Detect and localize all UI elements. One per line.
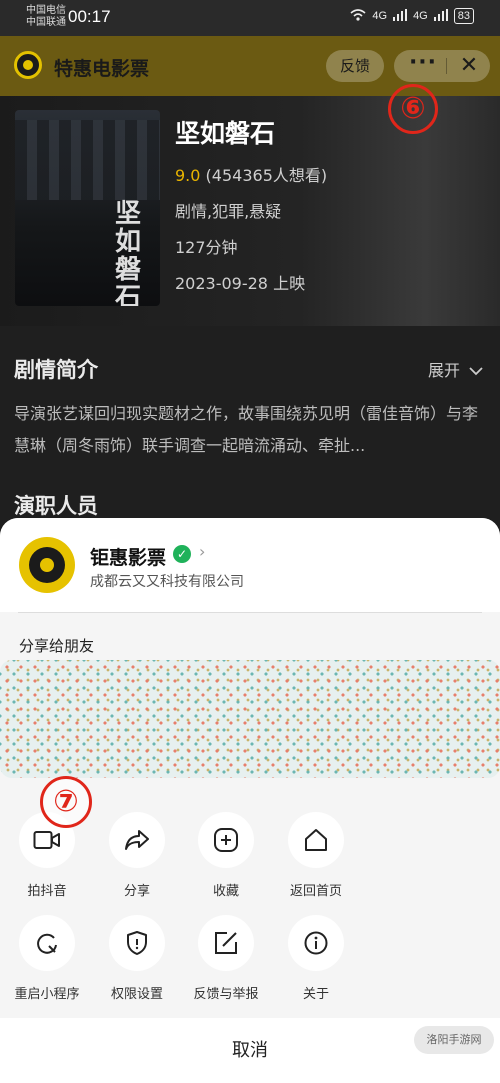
capsule-divider — [446, 58, 447, 74]
watermark-logo: 洛阳手游网 — [414, 1026, 494, 1054]
brand-logo-icon — [19, 537, 75, 593]
info-icon[interactable] — [288, 915, 344, 971]
close-icon[interactable]: ✕ — [454, 50, 484, 82]
synopsis-text: 导演张艺谋回归现实题材之作，故事围绕苏见明（雷佳音饰）与李慧琳（周冬雨饰）联手调… — [14, 404, 479, 455]
annotation-6: ⑥ — [388, 84, 438, 134]
more-icon[interactable]: ··· — [408, 50, 438, 82]
chevron-right-icon[interactable]: › — [199, 542, 205, 561]
sheet-header[interactable] — [0, 518, 500, 612]
action-label: 收藏 — [212, 884, 239, 899]
action-label: 关于 — [302, 987, 329, 1002]
movie-title: 坚如磐石 — [175, 119, 276, 148]
expand-button[interactable]: 展开 — [428, 357, 483, 381]
movie-wants: (454365人想看) — [205, 166, 328, 185]
verified-icon: ✓ — [173, 545, 191, 563]
action-label: 拍抖音 — [27, 884, 67, 899]
home-icon[interactable] — [288, 812, 344, 868]
movie-release-date: 2023-09-28 上映 — [175, 274, 306, 293]
action-label: 反馈与举报 — [193, 987, 259, 1002]
friends-list-blurred[interactable] — [0, 660, 500, 778]
action-share[interactable]: 分享 — [93, 812, 181, 899]
app-title: 特惠电影票 — [54, 58, 150, 80]
status-bar: 中国电信 中国联通 00:17 4G 4G 83 — [0, 0, 500, 36]
action-permissions[interactable]: 权限设置 — [93, 915, 181, 1002]
poster-figures — [15, 120, 160, 200]
carrier-info: 中国电信 中国联通 — [26, 5, 66, 29]
divider — [18, 612, 482, 613]
expand-label: 展开 — [428, 361, 461, 380]
action-favorite[interactable]: 收藏 — [182, 812, 270, 899]
chevron-down-icon — [469, 367, 483, 376]
movie-duration: 127分钟 — [175, 238, 238, 257]
action-label: 分享 — [123, 884, 150, 899]
annotation-7: ⑦ — [40, 776, 92, 828]
movie-score: 9.0 — [175, 166, 201, 185]
signal-1-icon — [393, 8, 408, 24]
action-feedback-report[interactable]: 反馈与举报 — [182, 915, 270, 1002]
clock: 00:17 — [68, 7, 111, 26]
brand-name[interactable]: 钜惠影票 — [90, 543, 166, 570]
action-label: 重启小程序 — [14, 987, 80, 1002]
signal-2-label: 4G — [413, 10, 428, 22]
movie-genre: 剧情,犯罪,悬疑 — [175, 202, 282, 221]
brand-company: 成都云又又科技有限公司 — [90, 574, 244, 590]
wifi-icon — [350, 8, 366, 24]
shield-icon[interactable] — [109, 915, 165, 971]
signal-2-icon — [433, 8, 448, 24]
feedback-button[interactable]: 反馈 — [326, 50, 384, 82]
action-about[interactable]: 关于 — [272, 915, 360, 1002]
poster-title: 坚如磐石 — [115, 199, 142, 306]
action-restart[interactable]: 重启小程序 — [3, 915, 91, 1002]
status-icons: 4G 4G 83 — [350, 8, 474, 24]
action-back-home[interactable]: 返回首页 — [272, 812, 360, 899]
movie-rating: 9.0 (454365人想看) — [175, 162, 327, 186]
battery-indicator: 83 — [453, 8, 474, 24]
carrier-1: 中国电信 — [26, 5, 66, 16]
brand-logo-dot — [40, 558, 54, 572]
capsule-menu: ··· ✕ — [394, 50, 490, 82]
share-icon[interactable] — [109, 812, 165, 868]
cast-title: 演职人员 — [14, 494, 98, 518]
carrier-2: 中国联通 — [26, 17, 66, 28]
edit-icon[interactable] — [198, 915, 254, 971]
add-icon[interactable] — [198, 812, 254, 868]
synopsis-title: 剧情简介 — [14, 358, 98, 382]
action-label: 权限设置 — [110, 987, 163, 1002]
share-to-friends-label: 分享给朋友 — [19, 637, 95, 655]
app-logo-icon — [14, 51, 42, 79]
signal-1-label: 4G — [372, 10, 388, 22]
movie-poster[interactable]: 坚如磐石 — [15, 110, 160, 306]
restart-icon[interactable] — [19, 915, 75, 971]
action-label: 返回首页 — [289, 884, 342, 899]
